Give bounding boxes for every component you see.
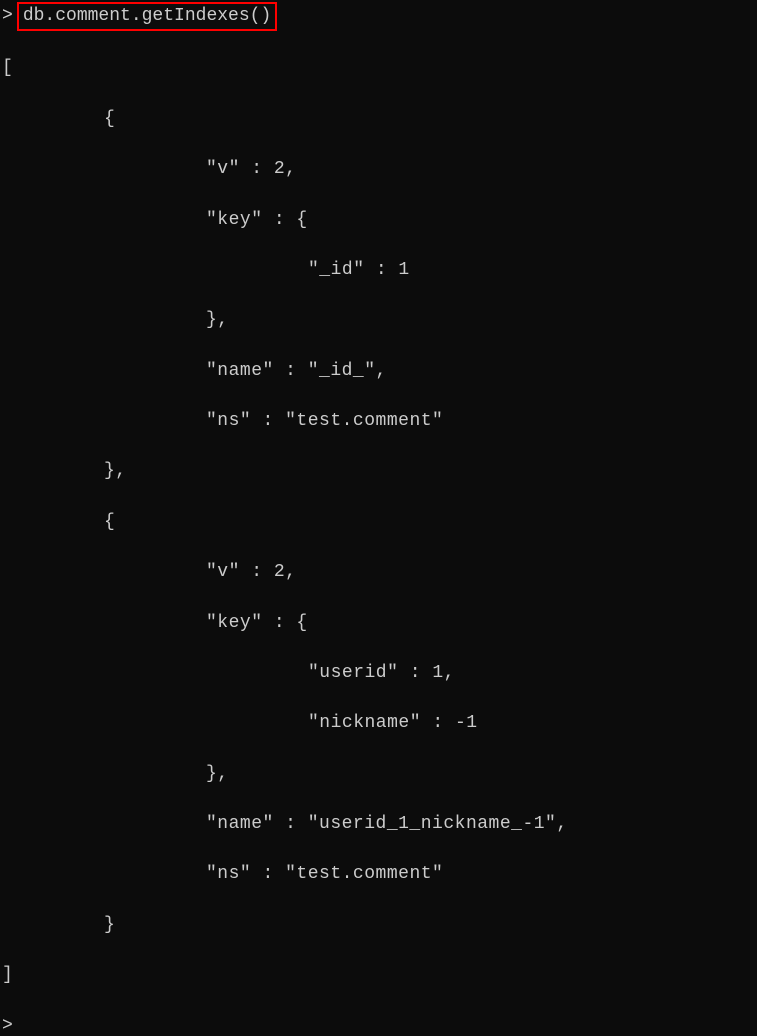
prompt-symbol: >: [2, 1014, 13, 1036]
array-close: ]: [2, 965, 13, 985]
field-ns: "ns" : "test.comment": [206, 411, 443, 431]
output-block: [ { "v" : 2, "key" : { "_id" : 1 }, "nam…: [2, 31, 755, 1013]
key-field-id: "_id" : 1: [308, 260, 410, 280]
key-field-userid: "userid" : 1,: [308, 663, 455, 683]
key-close: },: [206, 764, 229, 784]
object-open: {: [104, 109, 115, 129]
key-close: },: [206, 310, 229, 330]
field-name: "name" : "userid_1_nickname_-1",: [206, 814, 568, 834]
prompt-symbol: >: [2, 4, 13, 29]
next-prompt-line[interactable]: >: [2, 1014, 755, 1036]
highlighted-command-box: db.comment.getIndexes(): [17, 2, 277, 31]
object-open: {: [104, 512, 115, 532]
field-v: "v" : 2,: [206, 159, 296, 179]
array-open: [: [2, 58, 13, 78]
field-v: "v" : 2,: [206, 562, 296, 582]
field-key: "key" : {: [206, 613, 308, 633]
field-name: "name" : "_id_",: [206, 361, 387, 381]
key-field-nickname: "nickname" : -1: [308, 713, 478, 733]
object-close: },: [104, 461, 127, 481]
object-close: }: [104, 915, 115, 935]
command-text[interactable]: db.comment.getIndexes(): [23, 6, 271, 26]
field-ns: "ns" : "test.comment": [206, 864, 443, 884]
command-line: > db.comment.getIndexes(): [2, 2, 755, 31]
field-key: "key" : {: [206, 210, 308, 230]
